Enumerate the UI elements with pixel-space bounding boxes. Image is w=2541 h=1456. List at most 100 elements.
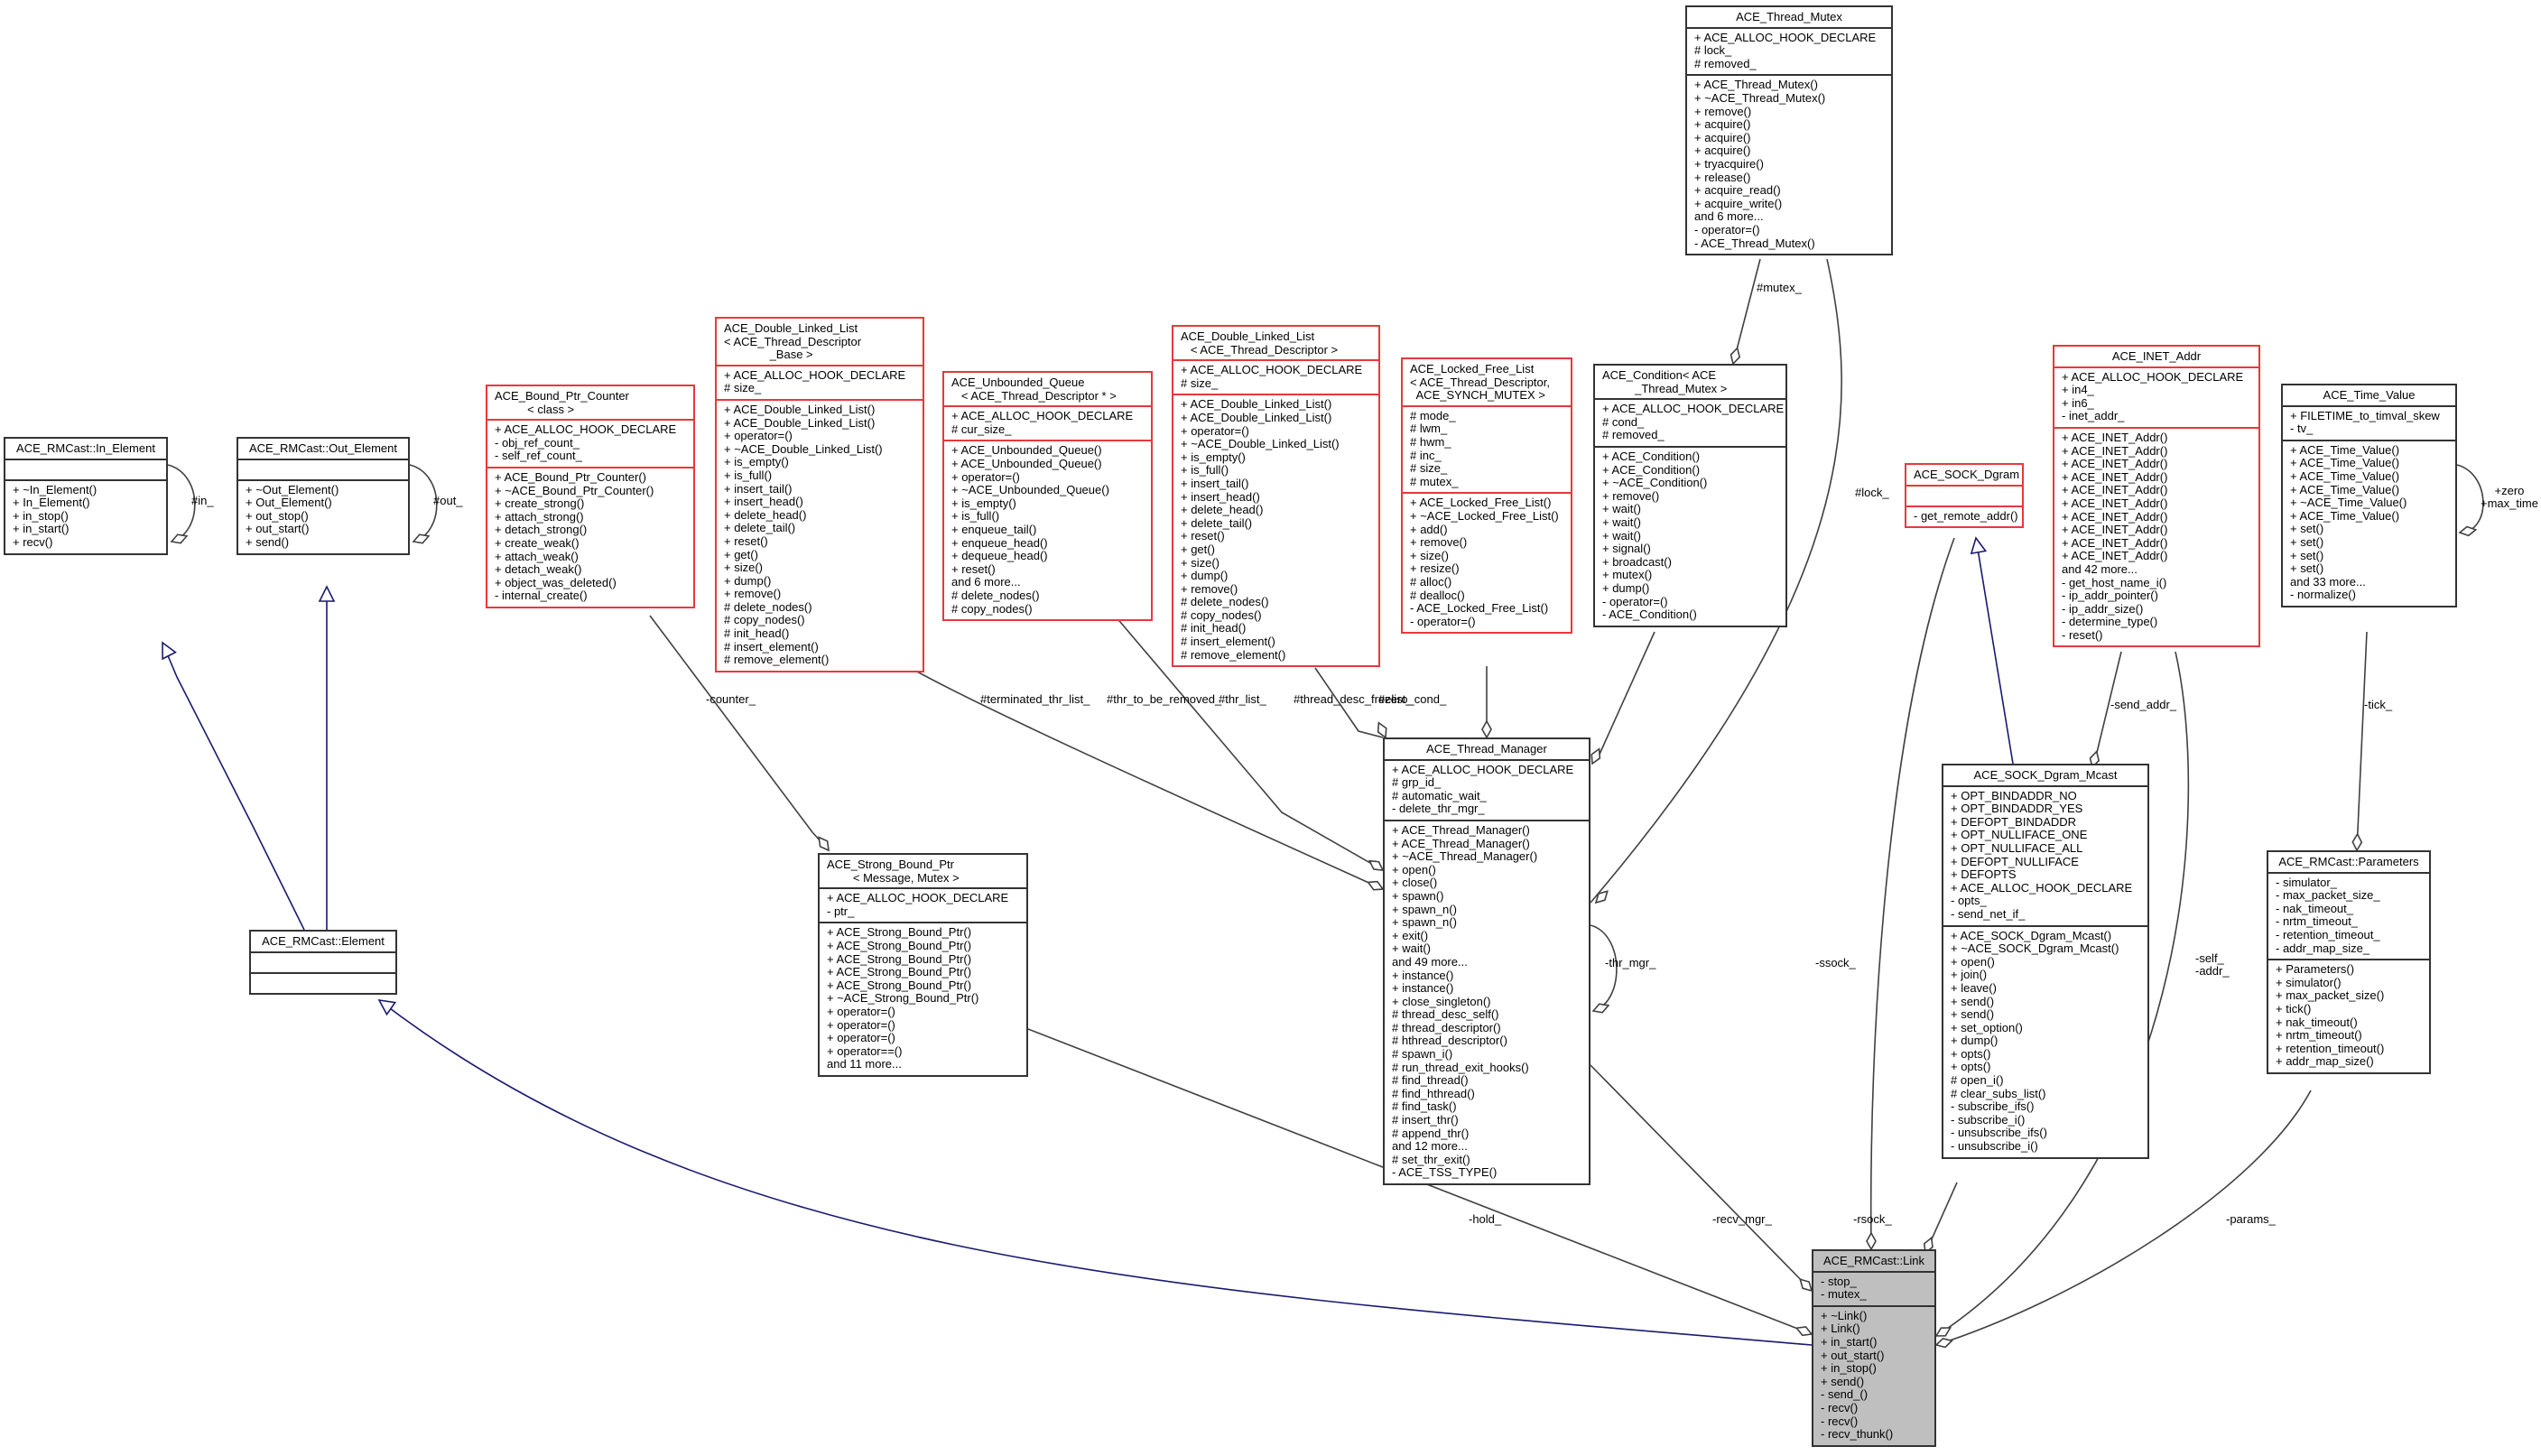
attribute-item: - max_packet_size_ [2276, 888, 2380, 903]
class-box-ace-double-linked-list-base[interactable]: ACE_Double_Linked_List < ACE_Thread_Desc… [715, 317, 924, 672]
class-box-ace-strong-bound-ptr[interactable]: ACE_Strong_Bound_Ptr < Message, Mutex > +… [818, 853, 1028, 1077]
class-box-ace-thread-manager[interactable]: ACE_Thread_Manager + ACE_ALLOC_HOOK_DECLA… [1383, 737, 1590, 1185]
method-item: + ~ACE_Double_Linked_List() [1181, 437, 1340, 451]
methods-compartment: + ACE_Condition() + ACE_Condition() + ~ACE… [1595, 445, 1785, 626]
edge-label-in: #in_ [191, 494, 214, 507]
attribute-item: - tv_ [2290, 422, 2314, 436]
method-item: + acquire() [1694, 144, 1751, 158]
edge-label-rsock: -rsock_ [1853, 1212, 1892, 1226]
method-item: + wait() [1602, 528, 1641, 543]
method-item: # init_head() [1181, 621, 1247, 635]
attribute-item: - inet_addr_ [2062, 409, 2125, 423]
class-name: ACE_Thread_Mutex [1736, 10, 1842, 23]
method-item: + is_empty() [724, 455, 789, 469]
method-item: + ACE_Double_Linked_List() [1181, 397, 1332, 412]
attributes-compartment [238, 458, 408, 479]
method-item: # find_task() [1392, 1099, 1457, 1114]
aggregation-diamond-icon [1794, 1326, 1813, 1337]
attribute-item: + ACE_ALLOC_HOOK_DECLARE [951, 409, 1134, 423]
class-box-ace-unbounded-queue[interactable]: ACE_Unbounded_Queue < ACE_Thread_Descrip… [942, 371, 1153, 622]
method-item: + attach_strong() [495, 509, 584, 524]
inheritance-arrowhead-icon [318, 585, 336, 602]
method-item: # thread_desc_self() [1392, 1007, 1499, 1022]
method-item: + ACE_Thread_Manager() [1392, 822, 1530, 837]
inheritance-arrowhead-icon [1970, 536, 1988, 555]
method-item: + ACE_Unbounded_Queue() [951, 456, 1102, 470]
method-item: + send() [246, 534, 290, 549]
aggregation-diamond-icon [1591, 1003, 1610, 1014]
method-item: + size() [724, 561, 763, 575]
inheritance-edge-link-to-element [378, 999, 1813, 1346]
method-item: # copy_nodes() [951, 601, 1033, 616]
method-item: # remove_element() [724, 653, 830, 667]
method-item: and 42 more... [2062, 561, 2138, 576]
class-box-out-element[interactable]: ACE_RMCast::Out_Element + ~Out_Element() +… [236, 437, 410, 555]
attribute-item: # cur_size_ [951, 422, 1012, 436]
class-box-ace-double-linked-list-descriptor[interactable]: ACE_Double_Linked_List < ACE_Thread_Desc… [1172, 325, 1380, 668]
class-name: ACE_Unbounded_Queue < ACE_Thread_Descrip… [951, 376, 1117, 403]
method-item: + Out_Element() [246, 496, 332, 510]
method-item: + Link() [1821, 1322, 1860, 1336]
class-box-element[interactable]: ACE_RMCast::Element [249, 930, 397, 995]
class-box-ace-sock-dgram[interactable]: ACE_SOCK_Dgram - get_remote_addr() [1905, 463, 2024, 529]
method-item: + insert_tail() [1181, 476, 1249, 490]
attribute-item: - simulator_ [2276, 875, 2337, 889]
class-box-ace-bound-ptr-counter[interactable]: ACE_Bound_Ptr_Counter < class > + ACE_ALL… [486, 385, 695, 608]
method-item: + ~Link() [1821, 1308, 1868, 1322]
method-item: # alloc() [1410, 574, 1452, 589]
class-box-in-element[interactable]: ACE_RMCast::In_Element + ~In_Element() + I… [4, 437, 168, 555]
attributes-compartment [251, 951, 395, 972]
method-item: + is_full() [951, 509, 1000, 524]
methods-compartment: + ACE_SOCK_Dgram_Mcast() + ~ACE_SOCK_Dgra… [1943, 924, 2147, 1157]
attribute-item: - mutex_ [1821, 1287, 1867, 1302]
class-box-ace-condition[interactable]: ACE_Condition< ACE _Thread_Mutex > + ACE_… [1593, 364, 1787, 627]
method-item: + create_weak() [495, 535, 580, 550]
class-box-ace-rmcast-link-focus[interactable]: ACE_RMCast::Link - stop_ - mutex_ + ~Link()… [1812, 1249, 1936, 1447]
method-item: + instance() [1392, 968, 1454, 982]
edge-label-ssock: -ssock_ [1815, 956, 1856, 969]
method-item: + release() [1694, 170, 1751, 184]
class-box-ace-thread-mutex[interactable]: ACE_Thread_Mutex + ACE_ALLOC_HOOK_DECLARE… [1685, 5, 1893, 256]
attribute-item: + OPT_NULLIFACE_ALL [1951, 840, 2083, 855]
method-item: + attach_weak() [495, 549, 579, 563]
method-item: # delete_nodes() [951, 588, 1040, 602]
class-box-ace-time-value[interactable]: ACE_Time_Value + FILETIME_to_timval_skew -… [2281, 384, 2457, 607]
attribute-item: + ACE_ALLOC_HOOK_DECLARE [827, 891, 1009, 905]
method-item: + ~ACE_Thread_Mutex() [1694, 90, 1826, 105]
method-item: + instance() [1392, 981, 1454, 996]
class-name: ACE_Double_Linked_List < ACE_Thread_Desc… [1181, 329, 1339, 357]
class-name: ACE_RMCast::Parameters [2278, 855, 2419, 868]
method-item: - ACE_Thread_Mutex() [1694, 236, 1815, 250]
method-item: - operator=() [1410, 614, 1476, 628]
method-item: + ~ACE_SOCK_Dgram_Mcast() [1951, 941, 2119, 956]
method-item: + is_full() [724, 468, 773, 482]
method-item: + join() [1951, 968, 1988, 982]
class-box-parameters[interactable]: ACE_RMCast::Parameters- simulator_ - max_… [2267, 850, 2431, 1074]
edge-label-hold: -hold_ [1469, 1212, 1502, 1226]
class-box-ace-locked-free-list[interactable]: ACE_Locked_Free_List < ACE_Thread_Descri… [1401, 357, 1572, 635]
association-edge-recv-mgr [1590, 1064, 1813, 1292]
class-box-ace-sock-dgram-mcast[interactable]: ACE_SOCK_Dgram_Mcast + OPT_BINDADDR_NO + O… [1942, 764, 2149, 1159]
method-item: + ~ACE_Strong_Bound_Ptr() [827, 991, 979, 1006]
method-item: + resize() [1410, 561, 1460, 576]
method-item: + get() [724, 547, 758, 561]
method-item: + spawn_n() [1392, 902, 1457, 916]
attribute-item: + OPT_BINDADDR_NO [1951, 788, 2077, 802]
attribute-item: + ACE_ALLOC_HOOK_DECLARE [2062, 369, 2244, 384]
method-item: + delete_head() [724, 507, 807, 522]
method-item: - reset() [2062, 627, 2103, 642]
method-item: # open_i() [1951, 1073, 2004, 1088]
class-box-ace-inet-addr[interactable]: ACE_INET_Addr + ACE_ALLOC_HOOK_DECLARE + i… [2053, 345, 2260, 648]
attributes-compartment: + ACE_ALLOC_HOOK_DECLARE # cur_size_ [944, 405, 1151, 440]
attribute-item: - stop_ [1821, 1274, 1857, 1288]
attributes-compartment: + ACE_ALLOC_HOOK_DECLARE # cond_ # removed… [1595, 398, 1785, 446]
method-item: + ACE_Time_Value() [2290, 468, 2400, 483]
method-item: - ip_addr_size() [2062, 601, 2144, 616]
attributes-compartment: + ACE_ALLOC_HOOK_DECLARE + in4_ + in6_ - in… [2054, 366, 2258, 427]
methods-compartment: + ACE_Locked_Free_List() + ~ACE_Locked_Fr… [1403, 492, 1571, 632]
methods-compartment: + ACE_Thread_Mutex() + ~ACE_Thread_Mutex(… [1687, 74, 1891, 254]
class-name: ACE_Locked_Free_List < ACE_Thread_Descri… [1410, 362, 1550, 403]
method-item: + ACE_INET_Addr() [2062, 523, 2168, 537]
class-name: ACE_Thread_Manager [1426, 742, 1547, 756]
method-item: - ACE_Condition() [1602, 607, 1697, 622]
